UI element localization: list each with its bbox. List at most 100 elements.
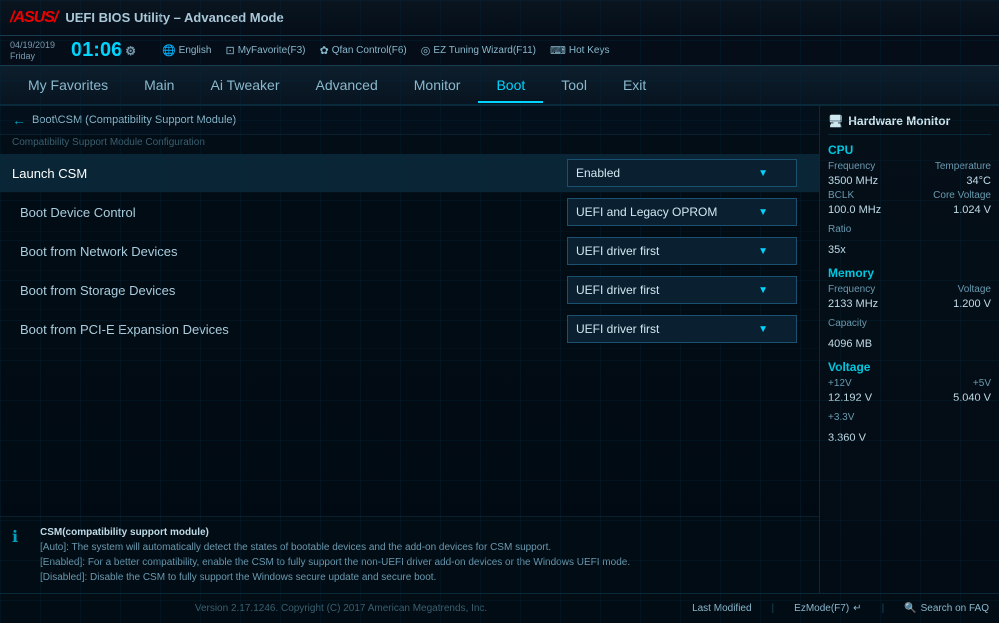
tab-tool[interactable]: Tool [543,69,605,101]
mem-freq-value-row: 2133 MHz 1.200 V [828,298,991,310]
qfan-tool[interactable]: ✿ Qfan Control(F6) [320,44,407,57]
tab-boot[interactable]: Boot [478,69,543,103]
tab-main[interactable]: Main [126,69,192,101]
boot-device-control-value-container: UEFI and Legacy OPROM ▼ [567,198,807,226]
ez-tuning-label: EZ Tuning Wizard(F11) [433,45,536,56]
tab-advanced[interactable]: Advanced [297,69,395,101]
last-modified-label: Last Modified [692,603,751,614]
date-display: 04/19/2019 [10,40,55,51]
hw-monitor-panel: 🖥 Hardware Monitor CPU Frequency Tempera… [819,106,999,593]
info-line-1: [Auto]: The system will automatically de… [40,540,630,555]
boot-network-selected: UEFI driver first [576,244,659,258]
footer-separator-1: | [772,603,775,614]
language-label: English [179,45,212,56]
ez-tuning-tool[interactable]: ◎ EZ Tuning Wizard(F11) [421,44,536,57]
time-value: 01:06 [71,39,122,62]
info-line-3: [Disabled]: Disable the CSM to fully sup… [40,570,630,585]
boot-device-control-label: Boot Device Control [20,205,567,220]
setting-row-boot-pcie[interactable]: Boot from PCI-E Expansion Devices UEFI d… [0,310,819,349]
keyboard-icon: ⌨ [550,44,566,57]
cpu-frequency-value-row: 3500 MHz 34°C [828,175,991,187]
qfan-label: Qfan Control(F6) [332,45,407,56]
breadcrumb-path: Boot\CSM (Compatibility Support Module) [32,114,236,126]
cpu-frequency-value: 3500 MHz [828,175,878,187]
v33-value-row: 3.360 V [828,428,991,446]
hotkeys-label: Hot Keys [569,45,610,56]
dropdown-arrow-icon: ▼ [758,207,768,218]
boot-storage-value-container: UEFI driver first ▼ [567,276,807,304]
setting-row-launch-csm[interactable]: Launch CSM Enabled ▼ [0,154,819,193]
boot-pcie-value-container: UEFI driver first ▼ [567,315,807,343]
info-area: ℹ CSM(compatibility support module) [Aut… [0,516,819,593]
v5-label: +5V [973,378,991,389]
mem-freq-label-row: Frequency Voltage [828,284,991,295]
tab-exit[interactable]: Exit [605,69,664,101]
favorite-icon: ⊡ [225,44,234,57]
ez-mode-icon: ↵ [853,603,861,614]
day-display: Friday [10,51,55,62]
boot-network-dropdown[interactable]: UEFI driver first ▼ [567,237,797,265]
boot-network-label: Boot from Network Devices [20,244,567,259]
dropdown-arrow-icon: ▼ [758,246,768,257]
myfavorite-label: MyFavorite(F3) [238,45,306,56]
cpu-section-title: CPU [828,143,991,157]
tab-ai-tweaker[interactable]: Ai Tweaker [192,69,297,101]
hotkeys-tool[interactable]: ⌨ Hot Keys [550,44,609,57]
boot-storage-selected: UEFI driver first [576,283,659,297]
search-faq-label: Search on FAQ [921,603,989,614]
info-line-2: [Enabled]: For a better compatibility, e… [40,555,630,570]
launch-csm-label: Launch CSM [12,166,567,181]
back-arrow-icon[interactable]: ← [12,112,26,128]
search-faq-button[interactable]: 🔍 Search on FAQ [904,603,989,614]
globe-icon: 🌐 [162,44,176,57]
version-text: Version 2.17.1246. Copyright (C) 2017 Am… [10,603,672,614]
v5-value: 5.040 V [953,392,991,404]
bclk-row: BCLK Core Voltage [828,190,991,201]
breadcrumb-subtitle: Compatibility Support Module Configurati… [0,135,819,150]
boot-pcie-dropdown[interactable]: UEFI driver first ▼ [567,315,797,343]
datetime-bar: 04/19/2019 Friday 01:06 ⚙ 🌐 English ⊡ My… [0,36,999,66]
settings-icon[interactable]: ⚙ [125,44,136,58]
dropdown-arrow-icon: ▼ [758,285,768,296]
v12-value: 12.192 V [828,392,872,404]
myfavorite-tool[interactable]: ⊡ MyFavorite(F3) [225,44,305,57]
cpu-temperature-value: 34°C [966,175,991,187]
boot-storage-dropdown[interactable]: UEFI driver first ▼ [567,276,797,304]
tab-my-favorites[interactable]: My Favorites [10,69,126,101]
info-title: CSM(compatibility support module) [40,525,630,540]
boot-network-value-container: UEFI driver first ▼ [567,237,807,265]
boot-device-control-dropdown[interactable]: UEFI and Legacy OPROM ▼ [567,198,797,226]
launch-csm-value-container: Enabled ▼ [567,159,807,187]
v33-label-row: +3.3V [828,407,991,425]
setting-row-boot-network[interactable]: Boot from Network Devices UEFI driver fi… [0,232,819,271]
bios-title: UEFI BIOS Utility – Advanced Mode [65,10,283,25]
launch-csm-dropdown[interactable]: Enabled ▼ [567,159,797,187]
boot-device-control-selected: UEFI and Legacy OPROM [576,205,717,219]
dropdown-arrow-icon: ▼ [758,168,768,179]
tab-monitor[interactable]: Monitor [396,69,479,101]
mem-capacity-label-row: Capacity [828,313,991,331]
boot-storage-label: Boot from Storage Devices [20,283,567,298]
bclk-value-row: 100.0 MHz 1.024 V [828,204,991,216]
setting-row-boot-device-control[interactable]: Boot Device Control UEFI and Legacy OPRO… [0,193,819,232]
ratio-value: 35x [828,244,846,256]
footer: Version 2.17.1246. Copyright (C) 2017 Am… [0,593,999,623]
core-voltage-label: Core Voltage [933,190,991,201]
toolbar-tools: 🌐 English ⊡ MyFavorite(F3) ✿ Qfan Contro… [162,44,609,57]
ez-mode-label: EzMode(F7) [794,603,849,614]
nav-tabs: My Favorites Main Ai Tweaker Advanced Mo… [0,66,999,106]
volt-12v-label-row: +12V +5V [828,378,991,389]
mem-capacity-label: Capacity [828,318,867,329]
monitor-icon: 🖥 [828,114,843,128]
wizard-icon: ◎ [421,44,431,57]
boot-pcie-selected: UEFI driver first [576,322,659,336]
setting-row-boot-storage[interactable]: Boot from Storage Devices UEFI driver fi… [0,271,819,310]
fan-icon: ✿ [320,44,329,57]
language-selector[interactable]: 🌐 English [162,44,212,57]
breadcrumb: ← Boot\CSM (Compatibility Support Module… [0,106,819,135]
ez-mode-button[interactable]: EzMode(F7) ↵ [794,603,861,614]
launch-csm-selected: Enabled [576,166,620,180]
footer-separator-2: | [882,603,885,614]
mem-voltage-label: Voltage [958,284,991,295]
mem-frequency-label: Frequency [828,284,875,295]
